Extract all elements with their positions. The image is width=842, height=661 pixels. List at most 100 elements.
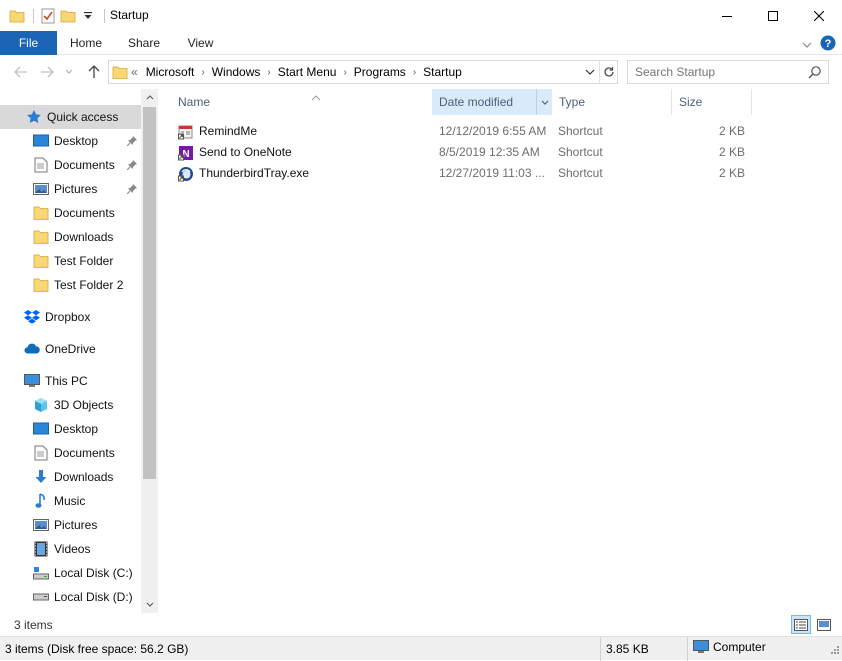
scroll-thumb[interactable] <box>143 107 156 479</box>
tab-file[interactable]: File <box>0 31 57 55</box>
sidebar-item-this-pc[interactable]: This PC <box>0 369 141 393</box>
title-bar: Startup <box>0 0 842 31</box>
folder-icon <box>8 7 26 25</box>
breadcrumb-start-menu[interactable]: Start Menu <box>278 65 337 79</box>
refresh-button[interactable] <box>599 61 617 83</box>
system-drive-icon <box>33 565 49 581</box>
sidebar-item-3d-objects[interactable]: 3D Objects <box>0 393 141 417</box>
breadcrumb-startup[interactable]: Startup <box>423 65 462 79</box>
column-header-label: Date modified <box>439 95 514 109</box>
column-header-date-modified[interactable]: Date modified <box>432 89 552 115</box>
file-size: 2 KB <box>718 145 745 159</box>
address-dropdown-button[interactable] <box>581 61 599 83</box>
ribbon-tabs: File Home Share View ? <box>0 31 842 55</box>
sidebar-item-downloads-folder[interactable]: Downloads <box>0 225 141 249</box>
search-input[interactable] <box>628 61 798 83</box>
table-row[interactable]: N Send to OneNote 8/5/2019 12:35 AM Shor… <box>158 142 842 163</box>
search-box[interactable] <box>627 60 829 84</box>
sidebar-item-pc-downloads[interactable]: Downloads <box>0 465 141 489</box>
toolbar-separator <box>33 9 34 23</box>
expand-ribbon-icon[interactable] <box>798 37 816 53</box>
sidebar-item-test-folder-2[interactable]: Test Folder 2 <box>0 273 141 297</box>
help-icon[interactable]: ? <box>820 35 836 54</box>
tab-share[interactable]: Share <box>115 31 173 55</box>
chevron-right-icon[interactable]: › <box>413 67 416 78</box>
table-row[interactable]: ThunderbirdTray.exe 12/27/2019 11:03 ...… <box>158 163 842 184</box>
sidebar-item-videos[interactable]: Videos <box>0 537 141 561</box>
sidebar-item-pictures[interactable]: Pictures <box>0 177 141 201</box>
folder-icon <box>33 253 49 269</box>
sidebar-item-music[interactable]: Music <box>0 489 141 513</box>
new-folder-icon[interactable] <box>59 7 77 25</box>
sidebar-item-pc-documents[interactable]: Documents <box>0 441 141 465</box>
close-button[interactable] <box>796 0 842 31</box>
navigation-bar: « Microsoft › Windows › Start Menu › Pro… <box>0 55 842 89</box>
file-name: RemindMe <box>199 124 258 138</box>
sidebar-item-label: Test Folder <box>54 254 114 268</box>
file-date: 8/5/2019 12:35 AM <box>439 145 540 159</box>
column-divider[interactable] <box>751 89 752 115</box>
sidebar-item-label: This PC <box>45 374 88 388</box>
sidebar-item-local-disk-c[interactable]: Local Disk (C:) <box>0 561 141 585</box>
column-header-type[interactable]: Type <box>552 89 672 115</box>
sidebar-item-label: Quick access <box>47 110 119 124</box>
breadcrumb-programs[interactable]: Programs <box>354 65 406 79</box>
desktop-icon <box>33 421 49 437</box>
large-icons-view-button[interactable] <box>814 615 834 634</box>
customize-toolbar-icon[interactable] <box>79 7 97 25</box>
sidebar-item-label: Pictures <box>54 518 98 532</box>
forward-button[interactable] <box>38 63 56 81</box>
tab-home[interactable]: Home <box>57 31 115 55</box>
download-arrow-icon <box>33 469 49 485</box>
maximize-button[interactable] <box>750 0 796 31</box>
thunderbird-icon <box>178 166 194 182</box>
documents-icon <box>33 445 49 461</box>
details-view-button[interactable] <box>791 615 811 634</box>
column-header-size[interactable]: Size <box>672 89 752 115</box>
sidebar-item-local-disk-d[interactable]: Local Disk (D:) <box>0 585 141 609</box>
file-date: 12/27/2019 11:03 ... <box>439 166 545 180</box>
sidebar-item-test-folder[interactable]: Test Folder <box>0 249 141 273</box>
scroll-down-button[interactable] <box>141 596 158 613</box>
file-name: Send to OneNote <box>199 145 292 159</box>
sidebar-item-label: Local Disk (C:) <box>54 566 133 580</box>
computer-icon <box>24 373 40 389</box>
sidebar-item-pc-desktop[interactable]: Desktop <box>0 417 141 441</box>
chevron-right-icon[interactable]: › <box>343 67 346 78</box>
sidebar-item-desktop[interactable]: Desktop <box>0 129 141 153</box>
table-row[interactable]: RemindMe 12/12/2019 6:55 AM Shortcut 2 K… <box>158 121 842 142</box>
sidebar-item-onedrive[interactable]: OneDrive <box>0 337 141 361</box>
folder-icon <box>33 277 49 293</box>
scroll-up-button[interactable] <box>141 89 158 106</box>
breadcrumb-microsoft[interactable]: Microsoft <box>146 65 195 79</box>
status-divider <box>687 637 688 661</box>
column-header-name[interactable]: Name <box>171 89 432 115</box>
sidebar-item-dropbox[interactable]: Dropbox <box>0 305 141 329</box>
search-icon[interactable] <box>808 65 822 82</box>
sidebar-item-documents-folder[interactable]: Documents <box>0 201 141 225</box>
remindme-icon <box>178 124 194 140</box>
sidebar-item-label: Dropbox <box>45 310 91 324</box>
breadcrumb-windows[interactable]: Windows <box>212 65 261 79</box>
sidebar-item-quick-access[interactable]: Quick access <box>0 105 141 129</box>
back-button[interactable] <box>12 63 30 81</box>
minimize-button[interactable] <box>704 0 750 31</box>
sidebar-item-label: Videos <box>54 542 91 556</box>
chevron-right-icon[interactable]: › <box>201 67 204 78</box>
file-date: 12/12/2019 6:55 AM <box>439 124 547 138</box>
address-bar[interactable]: « Microsoft › Windows › Start Menu › Pro… <box>108 60 618 84</box>
film-icon <box>33 541 49 557</box>
resize-grip-icon[interactable] <box>830 644 840 658</box>
sidebar-item-pc-pictures[interactable]: Pictures <box>0 513 141 537</box>
chevron-right-icon[interactable]: › <box>267 67 270 78</box>
breadcrumb-overflow[interactable]: « <box>131 65 138 79</box>
tab-view[interactable]: View <box>173 31 228 55</box>
toolbar-separator <box>104 9 105 23</box>
up-button[interactable] <box>85 63 103 81</box>
sidebar-item-documents[interactable]: Documents <box>0 153 141 177</box>
recent-locations-button[interactable] <box>62 63 76 81</box>
nav-scrollbar[interactable] <box>141 89 158 613</box>
properties-icon[interactable] <box>39 7 57 25</box>
column-dropdown-icon[interactable] <box>536 89 552 115</box>
onenote-icon: N <box>178 145 194 161</box>
